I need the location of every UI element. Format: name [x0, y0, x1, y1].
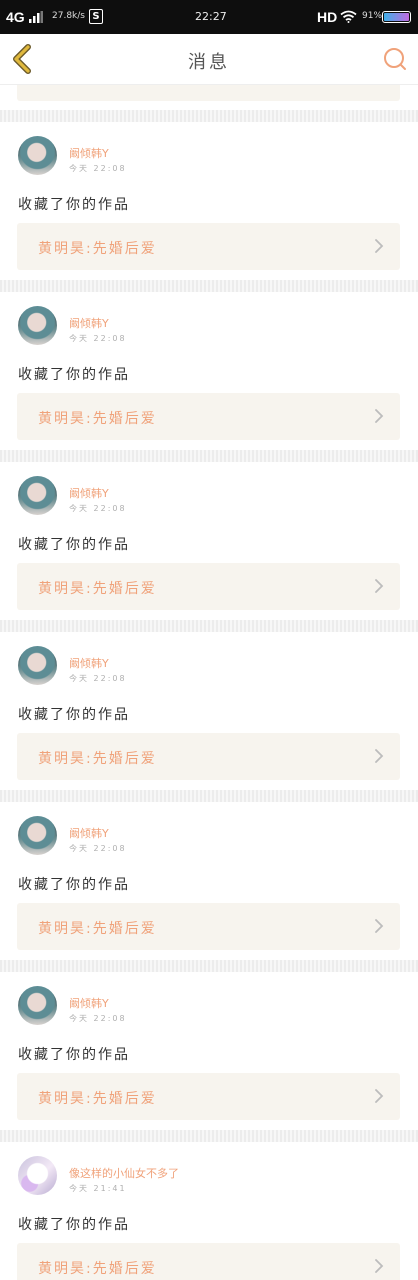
- chevron-right-icon: [375, 579, 384, 593]
- chevron-right-icon: [375, 749, 384, 763]
- chevron-right-icon: [375, 409, 384, 423]
- user-name[interactable]: 像这样的小仙女不多了: [69, 1165, 179, 1181]
- avatar[interactable]: [18, 816, 57, 855]
- action-text: 收藏了你的作品: [18, 537, 130, 553]
- work-link[interactable]: 黄明昊:先婚后爱: [17, 223, 400, 270]
- chevron-right-icon: [375, 1259, 384, 1273]
- hd-indicator: HD: [317, 9, 338, 25]
- avatar[interactable]: [18, 1156, 57, 1195]
- action-text: 收藏了你的作品: [18, 1217, 130, 1233]
- notification-card: 阚倾韩Y 今天 22:08 收藏了你的作品黄明昊:先婚后爱: [0, 632, 418, 790]
- timestamp: 今天 22:08: [69, 1014, 127, 1023]
- card-divider: [0, 1130, 418, 1142]
- top-navigation-bar: 消息: [0, 34, 418, 85]
- search-icon[interactable]: [382, 46, 408, 72]
- work-title: 黄明昊:先婚后爱: [38, 1091, 157, 1107]
- action-text: 收藏了你的作品: [18, 197, 130, 213]
- chevron-right-icon: [375, 1089, 384, 1103]
- timestamp: 今天 22:08: [69, 334, 127, 343]
- avatar[interactable]: [18, 476, 57, 515]
- wifi-icon: [340, 10, 357, 23]
- action-text: 收藏了你的作品: [18, 1047, 130, 1063]
- user-name[interactable]: 阚倾韩Y: [69, 485, 109, 501]
- network-type: 4G: [6, 9, 25, 25]
- work-title: 黄明昊:先婚后爱: [38, 241, 157, 257]
- notification-card: 阚倾韩Y 今天 22:08 收藏了你的作品黄明昊:先婚后爱: [0, 972, 418, 1130]
- chevron-right-icon: [375, 239, 384, 253]
- work-title: 黄明昊:先婚后爱: [38, 581, 157, 597]
- card-divider: [0, 110, 418, 122]
- action-text: 收藏了你的作品: [18, 877, 130, 893]
- notification-list[interactable]: 阚倾韩Y 今天 22:08 收藏了你的作品 黄明昊:先婚后爱 阚倾韩Y 今天 22:08 收…: [0, 85, 418, 1280]
- chevron-right-icon: [375, 919, 384, 933]
- network-speed: 27.8k/s: [52, 11, 85, 21]
- partial-work-link[interactable]: [17, 85, 400, 101]
- notification-card: 阚倾韩Y 今天 22:08 收藏了你的作品黄明昊:先婚后爱: [0, 802, 418, 960]
- work-link[interactable]: 黄明昊:先婚后爱: [17, 1073, 400, 1120]
- avatar[interactable]: [18, 646, 57, 685]
- timestamp: 今天 22:08: [69, 844, 127, 853]
- user-name[interactable]: 阚倾韩Y: [69, 995, 109, 1011]
- work-title: 黄明昊:先婚后爱: [38, 1261, 157, 1277]
- card-divider: [0, 620, 418, 632]
- notification-card: 阚倾韩Y 今天 22:08 收藏了你的作品黄明昊:先婚后爱: [0, 292, 418, 450]
- s-badge-icon: S: [89, 9, 103, 24]
- clock: 22:27: [195, 10, 227, 23]
- card-divider: [0, 280, 418, 292]
- work-link[interactable]: 黄明昊:先婚后爱: [17, 393, 400, 440]
- battery-icon: [382, 11, 411, 23]
- timestamp: 今天 22:08: [69, 674, 127, 683]
- work-link[interactable]: 黄明昊:先婚后爱: [17, 563, 400, 610]
- work-link[interactable]: 黄明昊:先婚后爱: [17, 903, 400, 950]
- user-name[interactable]: 阚倾韩Y: [69, 655, 109, 671]
- avatar[interactable]: [18, 136, 57, 175]
- work-title: 黄明昊:先婚后爱: [38, 751, 157, 767]
- action-text: 收藏了你的作品: [18, 367, 130, 383]
- notification-card: 阚倾韩Y 今天 22:08 收藏了你的作品黄明昊:先婚后爱: [0, 462, 418, 620]
- avatar[interactable]: [18, 306, 57, 345]
- user-name[interactable]: 阚倾韩Y: [69, 315, 109, 331]
- timestamp: 今天 21:41: [69, 1184, 127, 1193]
- avatar[interactable]: [18, 986, 57, 1025]
- user-name[interactable]: 阚倾韩Y: [69, 825, 109, 841]
- card-divider: [0, 960, 418, 972]
- work-link[interactable]: 黄明昊:先婚后爱: [17, 1243, 400, 1280]
- card-divider: [0, 450, 418, 462]
- work-link[interactable]: 黄明昊:先婚后爱: [17, 733, 400, 780]
- work-title: 黄明昊:先婚后爱: [38, 411, 157, 427]
- action-text: 收藏了你的作品: [18, 707, 130, 723]
- notification-card: 阚倾韩Y 今天 22:08 收藏了你的作品黄明昊:先婚后爱: [0, 122, 418, 280]
- timestamp: 今天 22:08: [69, 504, 127, 513]
- user-name[interactable]: 阚倾韩Y: [69, 145, 109, 161]
- signal-icon: [29, 11, 43, 23]
- partial-notification-card: [0, 85, 418, 110]
- timestamp: 今天 22:08: [69, 164, 127, 173]
- notification-card: 像这样的小仙女不多了今天 21:41 收藏了你的作品黄明昊:先婚后爱: [0, 1142, 418, 1280]
- card-divider: [0, 790, 418, 802]
- page-title: 消息: [188, 52, 230, 73]
- status-bar: 4G 27.8k/s S 22:27 HD 91%: [0, 0, 418, 34]
- battery-level: 91%: [362, 11, 383, 21]
- work-title: 黄明昊:先婚后爱: [38, 921, 157, 937]
